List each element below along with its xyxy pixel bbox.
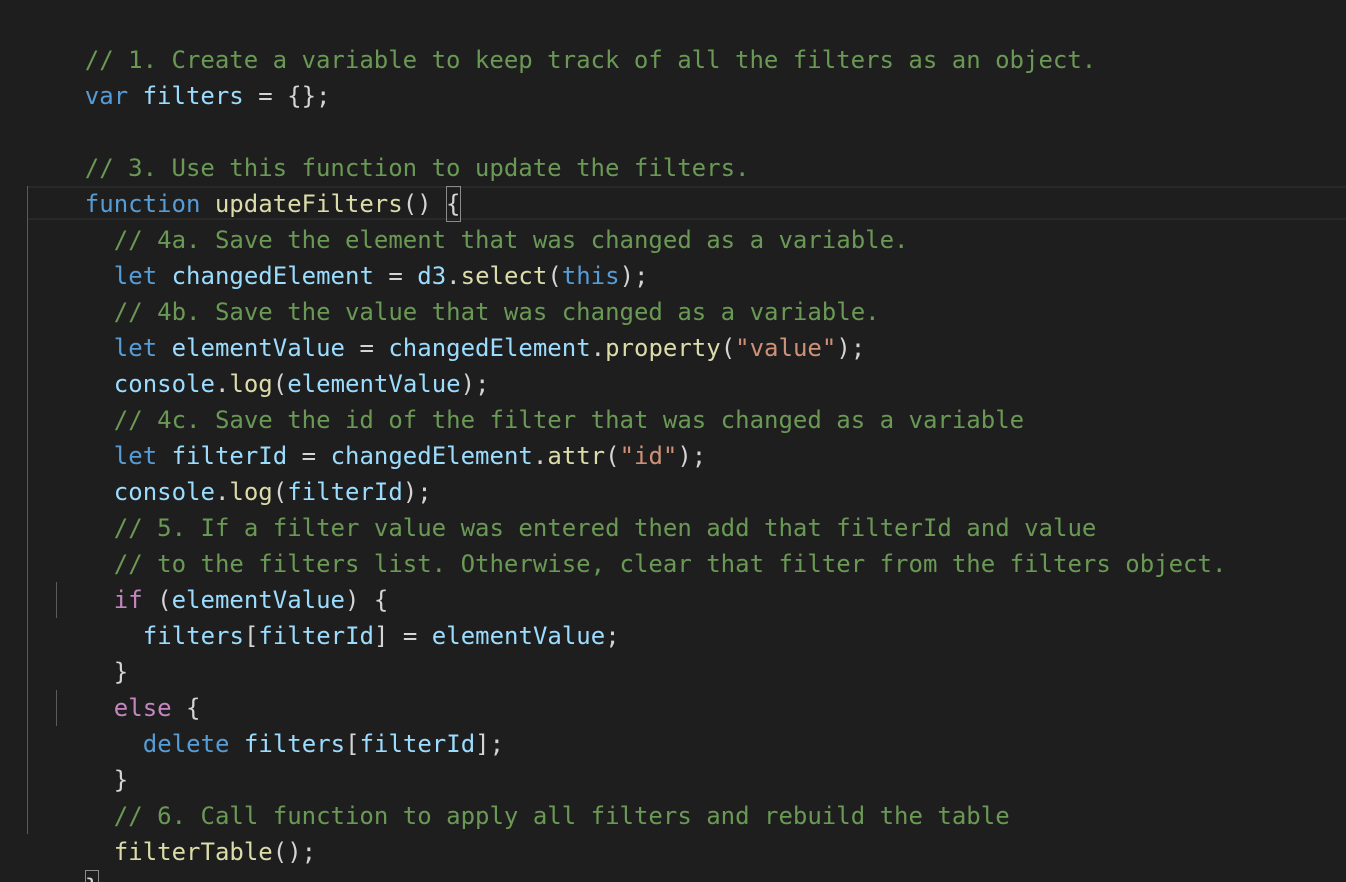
code-line-6[interactable]: // 4a. Save the element that was changed… <box>56 186 909 254</box>
code-line-11[interactable]: // 4c. Save the id of the filter that wa… <box>56 366 1024 434</box>
code-line-20[interactable]: delete filters[filterId]; <box>85 690 504 758</box>
string-id: "id" <box>619 442 678 470</box>
code-line-16[interactable]: if (elementValue) { <box>56 546 389 614</box>
code-line-24[interactable]: } <box>27 834 100 882</box>
variable-filterid: filterId <box>258 622 374 650</box>
code-line-21[interactable]: } <box>56 726 128 794</box>
code-line-18[interactable]: } <box>56 618 128 686</box>
code-line-14[interactable]: // 5. If a filter value was entered then… <box>56 474 1097 542</box>
code-line-7[interactable]: let changedElement = d3.select(this); <box>56 222 649 290</box>
code-punctuation: ( <box>605 442 620 470</box>
string-value: "value" <box>735 334 837 362</box>
code-line-8[interactable]: // 4b. Save the value that was changed a… <box>56 258 880 326</box>
code-line-4[interactable]: // 3. Use this function to update the fi… <box>27 114 750 182</box>
keyword-delete: delete <box>142 730 230 758</box>
code-line-13[interactable]: console.log(filterId); <box>56 438 432 506</box>
code-line-9[interactable]: let elementValue = changedElement.proper… <box>56 294 865 362</box>
variable-filters: filters <box>142 82 244 110</box>
code-line-12[interactable]: let filterId = changedElement.attr("id")… <box>56 402 706 470</box>
code-punctuation: [ <box>243 622 259 650</box>
code-punctuation: = {}; <box>243 82 331 110</box>
code-line-1[interactable]: // 1. Create a variable to keep track of… <box>27 6 1096 74</box>
code-punctuation: ; <box>605 622 620 650</box>
code-line-10[interactable]: console.log(elementValue); <box>56 330 490 398</box>
code-punctuation: [ <box>345 730 360 758</box>
variable-elementvalue: elementValue <box>431 622 606 650</box>
code-punctuation: ); <box>836 334 866 362</box>
code-line-5[interactable]: function updateFilters() { <box>27 150 461 222</box>
code-line-15[interactable]: // to the filters list. Otherwise, clear… <box>56 510 1227 578</box>
code-punctuation: ]; <box>475 730 505 758</box>
variable-filters: filters <box>142 622 244 650</box>
code-punctuation: (); <box>272 838 317 866</box>
code-punctuation: . <box>532 442 548 470</box>
code-line-17[interactable]: filters[filterId] = elementValue; <box>85 582 620 650</box>
code-line-19[interactable]: else { <box>56 654 201 722</box>
indent-guide-function <box>27 186 28 834</box>
code-punctuation: ( <box>720 334 736 362</box>
code-punctuation: ); <box>677 442 707 470</box>
function-call-filtertable: filterTable <box>113 838 273 866</box>
code-line-2[interactable]: var filters = {}; <box>27 42 331 110</box>
variable-filters: filters <box>243 730 346 758</box>
code-line-23[interactable]: filterTable(); <box>56 798 316 866</box>
method-property: property <box>605 334 721 362</box>
method-attr: attr <box>547 442 606 470</box>
code-line-22[interactable]: // 6. Call function to apply all filters… <box>56 762 1010 830</box>
code-punctuation: . <box>590 334 606 362</box>
variable-filterid: filterId <box>359 730 476 758</box>
code-editor[interactable]: // 1. Create a variable to keep track of… <box>0 0 1346 882</box>
code-punctuation: ] = <box>374 622 432 650</box>
keyword-var: var <box>84 82 129 110</box>
bracket-match-close: } <box>84 870 100 882</box>
